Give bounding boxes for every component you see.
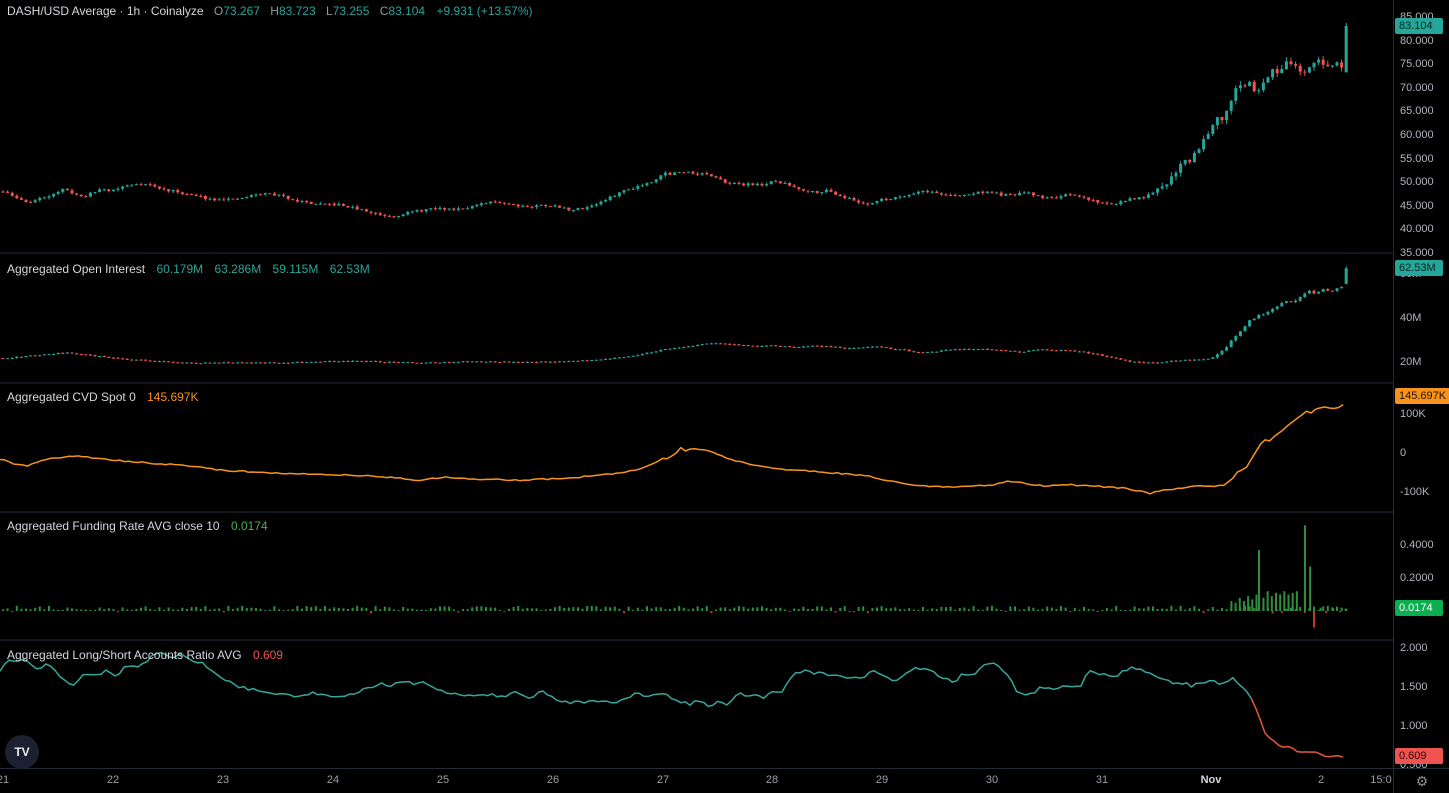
x-axis-label: 21 (0, 774, 10, 786)
price-axis[interactable]: 85.000 80.000 75.000 70.000 65.000 60.000 55.0… (1393, 0, 1449, 771)
y-axis-tick: 40M (1400, 311, 1422, 324)
last-value-badge: 62.53M (1395, 260, 1443, 277)
gear-icon[interactable]: ⚙ (1416, 773, 1429, 789)
y-axis-tick: 50.000 (1400, 176, 1434, 189)
ohlc-high-label: H (270, 4, 279, 18)
trading-chart-window: DASH/USD Average · 1h · Coinalyze O73.26… (0, 0, 1449, 793)
x-axis-label: 25 (436, 774, 450, 786)
ohlc-high-value: 83.723 (278, 4, 316, 18)
y-axis-tick: 60.000 (1400, 128, 1434, 141)
y-axis-tick: -100K (1400, 486, 1430, 498)
x-axis-label: 2 (1317, 774, 1325, 786)
x-axis-label: 26 (546, 774, 560, 786)
last-value-badge: 0.0174 (1395, 600, 1443, 617)
x-axis-label: 22 (106, 774, 120, 786)
x-axis-label: 23 (216, 774, 230, 786)
indicator-title[interactable]: Aggregated Open Interest (7, 262, 145, 276)
symbol-title[interactable]: DASH/USD Average · 1h · Coinalyze (7, 4, 204, 18)
x-axis-label: 30 (985, 774, 999, 786)
y-axis-tick: 40.000 (1400, 223, 1434, 236)
panel-header-price: DASH/USD Average · 1h · Coinalyze O73.26… (7, 4, 533, 18)
panel-header-long-short: Aggregated Long/Short Accounts Ratio AVG… (7, 648, 283, 662)
ls-ratio-value: 0.609 (252, 648, 283, 662)
indicator-title[interactable]: Aggregated Long/Short Accounts Ratio AVG (7, 648, 242, 662)
y-axis-tick: 2.000 (1400, 641, 1428, 654)
cvd-value: 145.697K (147, 390, 199, 404)
ohlc-open-label: O (213, 4, 224, 18)
y-axis-tick: 65.000 (1400, 105, 1434, 118)
last-value-badge: 83.104 (1395, 17, 1443, 34)
panel-header-open-interest: Aggregated Open Interest 60.179M 63.286M… (7, 262, 370, 276)
indicator-title[interactable]: Aggregated Funding Rate AVG close 10 (7, 519, 220, 533)
y-axis-tick: 0 (1400, 447, 1407, 459)
x-axis-label: 28 (765, 774, 779, 786)
y-axis-tick: 0.2000 (1400, 572, 1434, 584)
funding-value: 0.0174 (230, 519, 268, 533)
x-axis-label: Nov (1200, 774, 1222, 786)
ohlc-open-value: 73.267 (223, 4, 260, 18)
y-axis-tick: 0.4000 (1400, 539, 1434, 551)
oi-high-value: 63.286M (214, 262, 262, 276)
y-axis-tick: 55.000 (1400, 152, 1434, 165)
x-axis-label: 15:0 (1370, 774, 1392, 786)
y-axis-tick: 1.500 (1400, 680, 1428, 693)
last-value-badge: 0.609 (1395, 748, 1443, 765)
time-axis[interactable]: 21 22 23 24 25 26 27 28 29 30 31 Nov 2 15:0 (0, 768, 1393, 793)
ohlc-change-value: +9.931 (+13.57%) (436, 4, 533, 18)
ohlc-low-label: L (325, 4, 333, 18)
panel-header-funding: Aggregated Funding Rate AVG close 10 0.0… (7, 519, 268, 533)
y-axis-tick: 80.000 (1400, 34, 1434, 47)
panel-header-cvd: Aggregated CVD Spot 0 145.697K (7, 390, 198, 404)
ohlc-close-value: 83.104 (388, 4, 426, 18)
y-axis-tick: 100K (1400, 408, 1426, 420)
y-axis-tick: 35.000 (1400, 246, 1434, 259)
tradingview-logo-mark: TV (5, 735, 39, 769)
y-axis-tick: 75.000 (1400, 58, 1434, 71)
x-axis-label: 31 (1095, 774, 1109, 786)
axis-settings-corner: ⚙ (1393, 768, 1449, 793)
oi-open-value: 60.179M (156, 262, 204, 276)
x-axis-label: 27 (656, 774, 670, 786)
x-axis-label: 24 (326, 774, 340, 786)
y-axis-tick: 1.000 (1400, 719, 1428, 732)
oi-close-value: 62.53M (329, 262, 370, 276)
ohlc-low-value: 73.255 (332, 4, 370, 18)
last-value-badge: 145.697K (1395, 388, 1449, 405)
indicator-title[interactable]: Aggregated CVD Spot 0 (7, 390, 136, 404)
y-axis-tick: 70.000 (1400, 81, 1434, 94)
x-axis-label: 29 (875, 774, 889, 786)
y-axis-tick: 20M (1400, 355, 1422, 368)
oi-low-value: 59.115M (272, 262, 319, 276)
tradingview-logo[interactable]: TV (5, 735, 39, 769)
y-axis-tick: 45.000 (1400, 199, 1434, 212)
